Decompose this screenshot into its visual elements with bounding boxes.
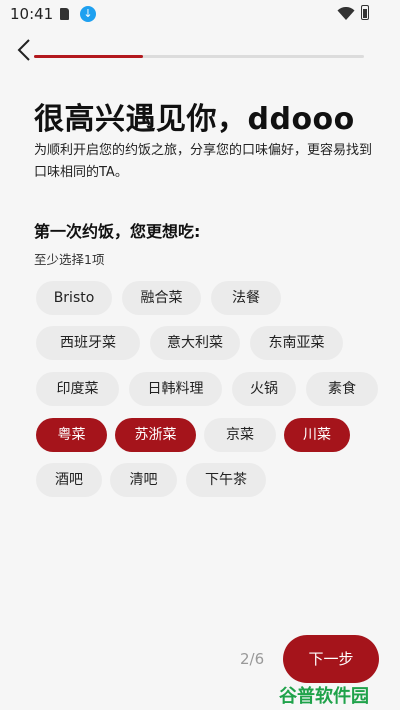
- download-icon: ↓: [80, 6, 96, 22]
- svg-text:谷普软件园: 谷普软件园: [279, 685, 369, 706]
- tag-afternoon-tea[interactable]: 下午茶: [186, 463, 266, 497]
- next-button[interactable]: 下一步: [283, 635, 379, 683]
- intro-text: 为顺利开启您的约饭之旅，分享您的口味偏好，更容易找到口味相同的TA。: [34, 143, 373, 180]
- question-hint: 至少选择1项: [34, 252, 105, 267]
- page-title: 很高兴遇见你，ddooo: [34, 102, 355, 137]
- tag-vegetarian[interactable]: 素食: [306, 372, 378, 406]
- tag-bristo[interactable]: Bristo: [36, 281, 112, 315]
- tag-hotpot[interactable]: 火锅: [232, 372, 296, 406]
- tag-fusion[interactable]: 融合菜: [122, 281, 201, 315]
- progress-fill: [34, 55, 143, 58]
- tag-beijing[interactable]: 京菜: [204, 418, 276, 452]
- progress-bar: [34, 55, 364, 58]
- status-bar: 10:41 ↓: [0, 0, 400, 30]
- watermark: 谷普软件园: [279, 685, 369, 706]
- tag-indian[interactable]: 印度菜: [36, 372, 119, 406]
- sd-card-icon: [60, 8, 69, 20]
- battery-icon: [361, 5, 369, 20]
- tag-cantonese[interactable]: 粤菜: [36, 418, 107, 452]
- wifi-icon: [337, 7, 355, 20]
- page-indicator: 2/6: [240, 650, 265, 668]
- back-arrow-icon[interactable]: [13, 37, 35, 63]
- tag-japanese-korean[interactable]: 日韩料理: [129, 372, 222, 406]
- question-title: 第一次约饭，您更想吃:: [34, 222, 201, 241]
- tag-lounge-bar[interactable]: 清吧: [110, 463, 177, 497]
- tag-bar[interactable]: 酒吧: [36, 463, 102, 497]
- tag-southeast-asian[interactable]: 东南亚菜: [250, 326, 343, 360]
- tag-spanish[interactable]: 西班牙菜: [36, 326, 140, 360]
- tag-french[interactable]: 法餐: [211, 281, 281, 315]
- tag-italian[interactable]: 意大利菜: [150, 326, 240, 360]
- tag-sichuan[interactable]: 川菜: [284, 418, 350, 452]
- tag-jiangzhe[interactable]: 苏浙菜: [115, 418, 196, 452]
- status-time: 10:41: [10, 5, 54, 23]
